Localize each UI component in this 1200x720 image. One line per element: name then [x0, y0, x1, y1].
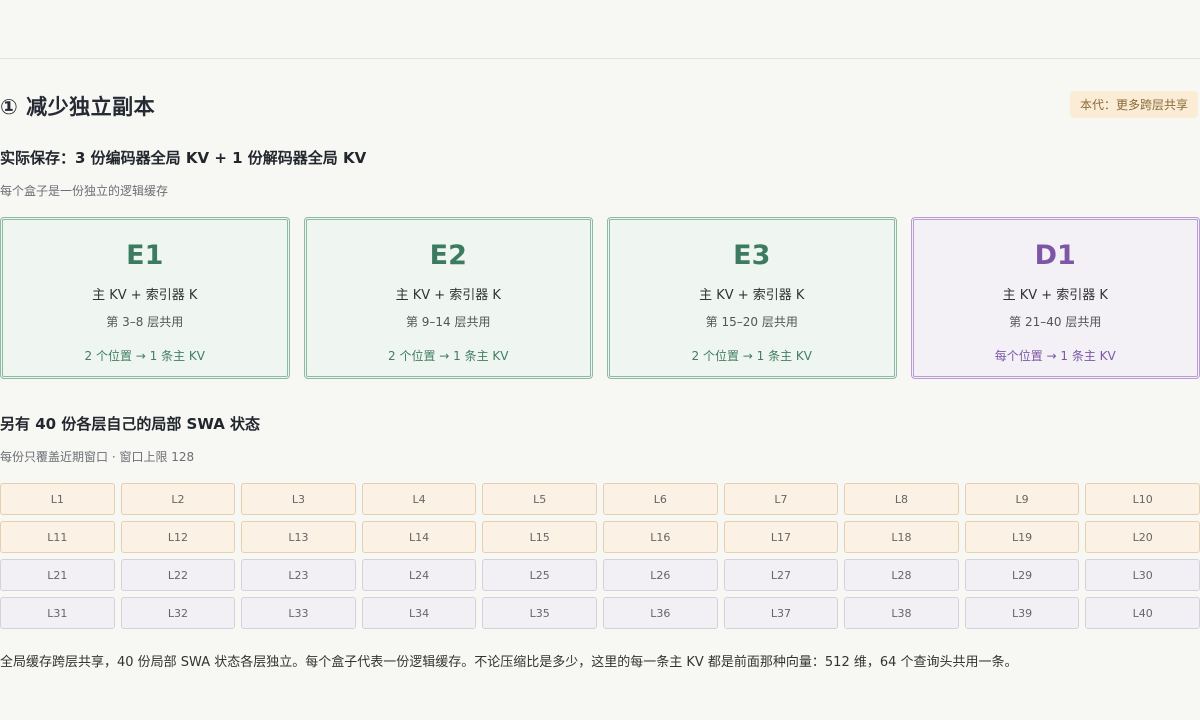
layer-cell-l22: L22	[120, 559, 236, 591]
cache-card-e2: E2 主 KV + 索引器 K 第 9–14 层共用 2 个位置 → 1 条主 …	[303, 217, 593, 379]
layer-cell-l32: L32	[120, 597, 236, 629]
layer-cell-l36: L36	[602, 597, 718, 629]
local-swa-heading: 另有 40 份各层自己的局部 SWA 状态	[0, 415, 261, 433]
top-bar	[0, 0, 1200, 59]
layer-cell-l31: L31	[0, 597, 115, 629]
layer-cell-l21: L21	[0, 559, 115, 591]
layer-cell-l25: L25	[482, 559, 597, 591]
layer-cell-l20: L20	[1085, 521, 1200, 553]
cache-card-d1: D1 主 KV + 索引器 K 第 21–40 层共用 每个位置 → 1 条主 …	[910, 217, 1200, 379]
card-main: 主 KV + 索引器 K	[699, 288, 805, 303]
layer-cell-l28: L28	[844, 559, 959, 591]
card-mapping: 2 个位置 → 1 条主 KV	[691, 349, 812, 363]
global-kv-heading: 实际保存：3 份编码器全局 KV + 1 份解码器全局 KV	[0, 149, 367, 167]
layer-cell-l13: L13	[241, 521, 356, 553]
layer-cell-l7: L7	[723, 483, 839, 515]
card-layers: 第 3–8 层共用	[106, 315, 184, 329]
layer-cell-l1: L1	[0, 483, 115, 515]
layer-cell-l17: L17	[723, 521, 839, 553]
card-name: E1	[126, 240, 164, 271]
card-layers: 第 15–20 层共用	[705, 315, 798, 329]
cache-card-e3: E3 主 KV + 索引器 K 第 15–20 层共用 2 个位置 → 1 条主…	[607, 217, 897, 379]
card-mapping: 2 个位置 → 1 条主 KV	[388, 349, 509, 363]
layer-cell-l16: L16	[602, 521, 718, 553]
card-mapping: 2 个位置 → 1 条主 KV	[84, 349, 205, 363]
layer-cell-l40: L40	[1085, 597, 1200, 629]
layer-cell-l27: L27	[723, 559, 839, 591]
footer-note: 全局缓存跨层共享，40 份局部 SWA 状态各层独立。每个盒子代表一份逻辑缓存。…	[0, 655, 1018, 670]
page-title: ① 减少独立副本	[0, 95, 156, 119]
section-header: ① 减少独立副本 本代：更多跨层共享	[0, 59, 1200, 133]
layer-cell-l18: L18	[844, 521, 959, 553]
global-kv-subtitle: 每个盒子是一份独立的逻辑缓存	[0, 184, 169, 198]
layer-cell-l5: L5	[482, 483, 597, 515]
layer-cell-l2: L2	[120, 483, 236, 515]
layer-cell-l24: L24	[361, 559, 477, 591]
layer-state-grid: L1 L2 L3 L4 L5 L6 L7 L8 L9 L10 L11 L12 L13 L14 L15 L16 L…	[0, 483, 1200, 629]
status-badge: 本代：更多跨层共享	[1069, 91, 1198, 118]
layer-cell-l15: L15	[482, 521, 597, 553]
layer-cell-l38: L38	[844, 597, 959, 629]
layer-cell-l29: L29	[964, 559, 1080, 591]
card-name: D1	[1034, 240, 1076, 271]
card-name: E3	[733, 240, 771, 271]
layer-cell-l4: L4	[361, 483, 477, 515]
layer-cell-l33: L33	[241, 597, 356, 629]
layer-cell-l3: L3	[241, 483, 356, 515]
card-main: 主 KV + 索引器 K	[395, 288, 501, 303]
cache-card-e1: E1 主 KV + 索引器 K 第 3–8 层共用 2 个位置 → 1 条主 K…	[0, 217, 290, 379]
layer-cell-l26: L26	[602, 559, 718, 591]
card-mapping: 每个位置 → 1 条主 KV	[994, 349, 1116, 363]
layer-cell-l23: L23	[241, 559, 356, 591]
layer-cell-l39: L39	[964, 597, 1080, 629]
layer-cell-l11: L11	[0, 521, 115, 553]
layer-cell-l10: L10	[1085, 483, 1200, 515]
layer-cell-l8: L8	[844, 483, 959, 515]
card-name: E2	[429, 240, 467, 271]
card-layers: 第 21–40 层共用	[1009, 315, 1102, 329]
layer-cell-l14: L14	[361, 521, 477, 553]
card-main: 主 KV + 索引器 K	[92, 288, 198, 303]
local-swa-subtitle: 每份只覆盖近期窗口 · 窗口上限 128	[0, 450, 195, 464]
layer-cell-l35: L35	[482, 597, 597, 629]
layer-cell-l6: L6	[602, 483, 718, 515]
layer-cell-l12: L12	[120, 521, 236, 553]
layer-cell-l19: L19	[964, 521, 1080, 553]
layer-cell-l34: L34	[361, 597, 477, 629]
layer-cell-l37: L37	[723, 597, 839, 629]
cache-cards: E1 主 KV + 索引器 K 第 3–8 层共用 2 个位置 → 1 条主 K…	[0, 217, 1200, 379]
card-layers: 第 9–14 层共用	[405, 315, 491, 329]
card-main: 主 KV + 索引器 K	[1002, 288, 1108, 303]
layer-cell-l30: L30	[1085, 559, 1200, 591]
layer-cell-l9: L9	[964, 483, 1080, 515]
